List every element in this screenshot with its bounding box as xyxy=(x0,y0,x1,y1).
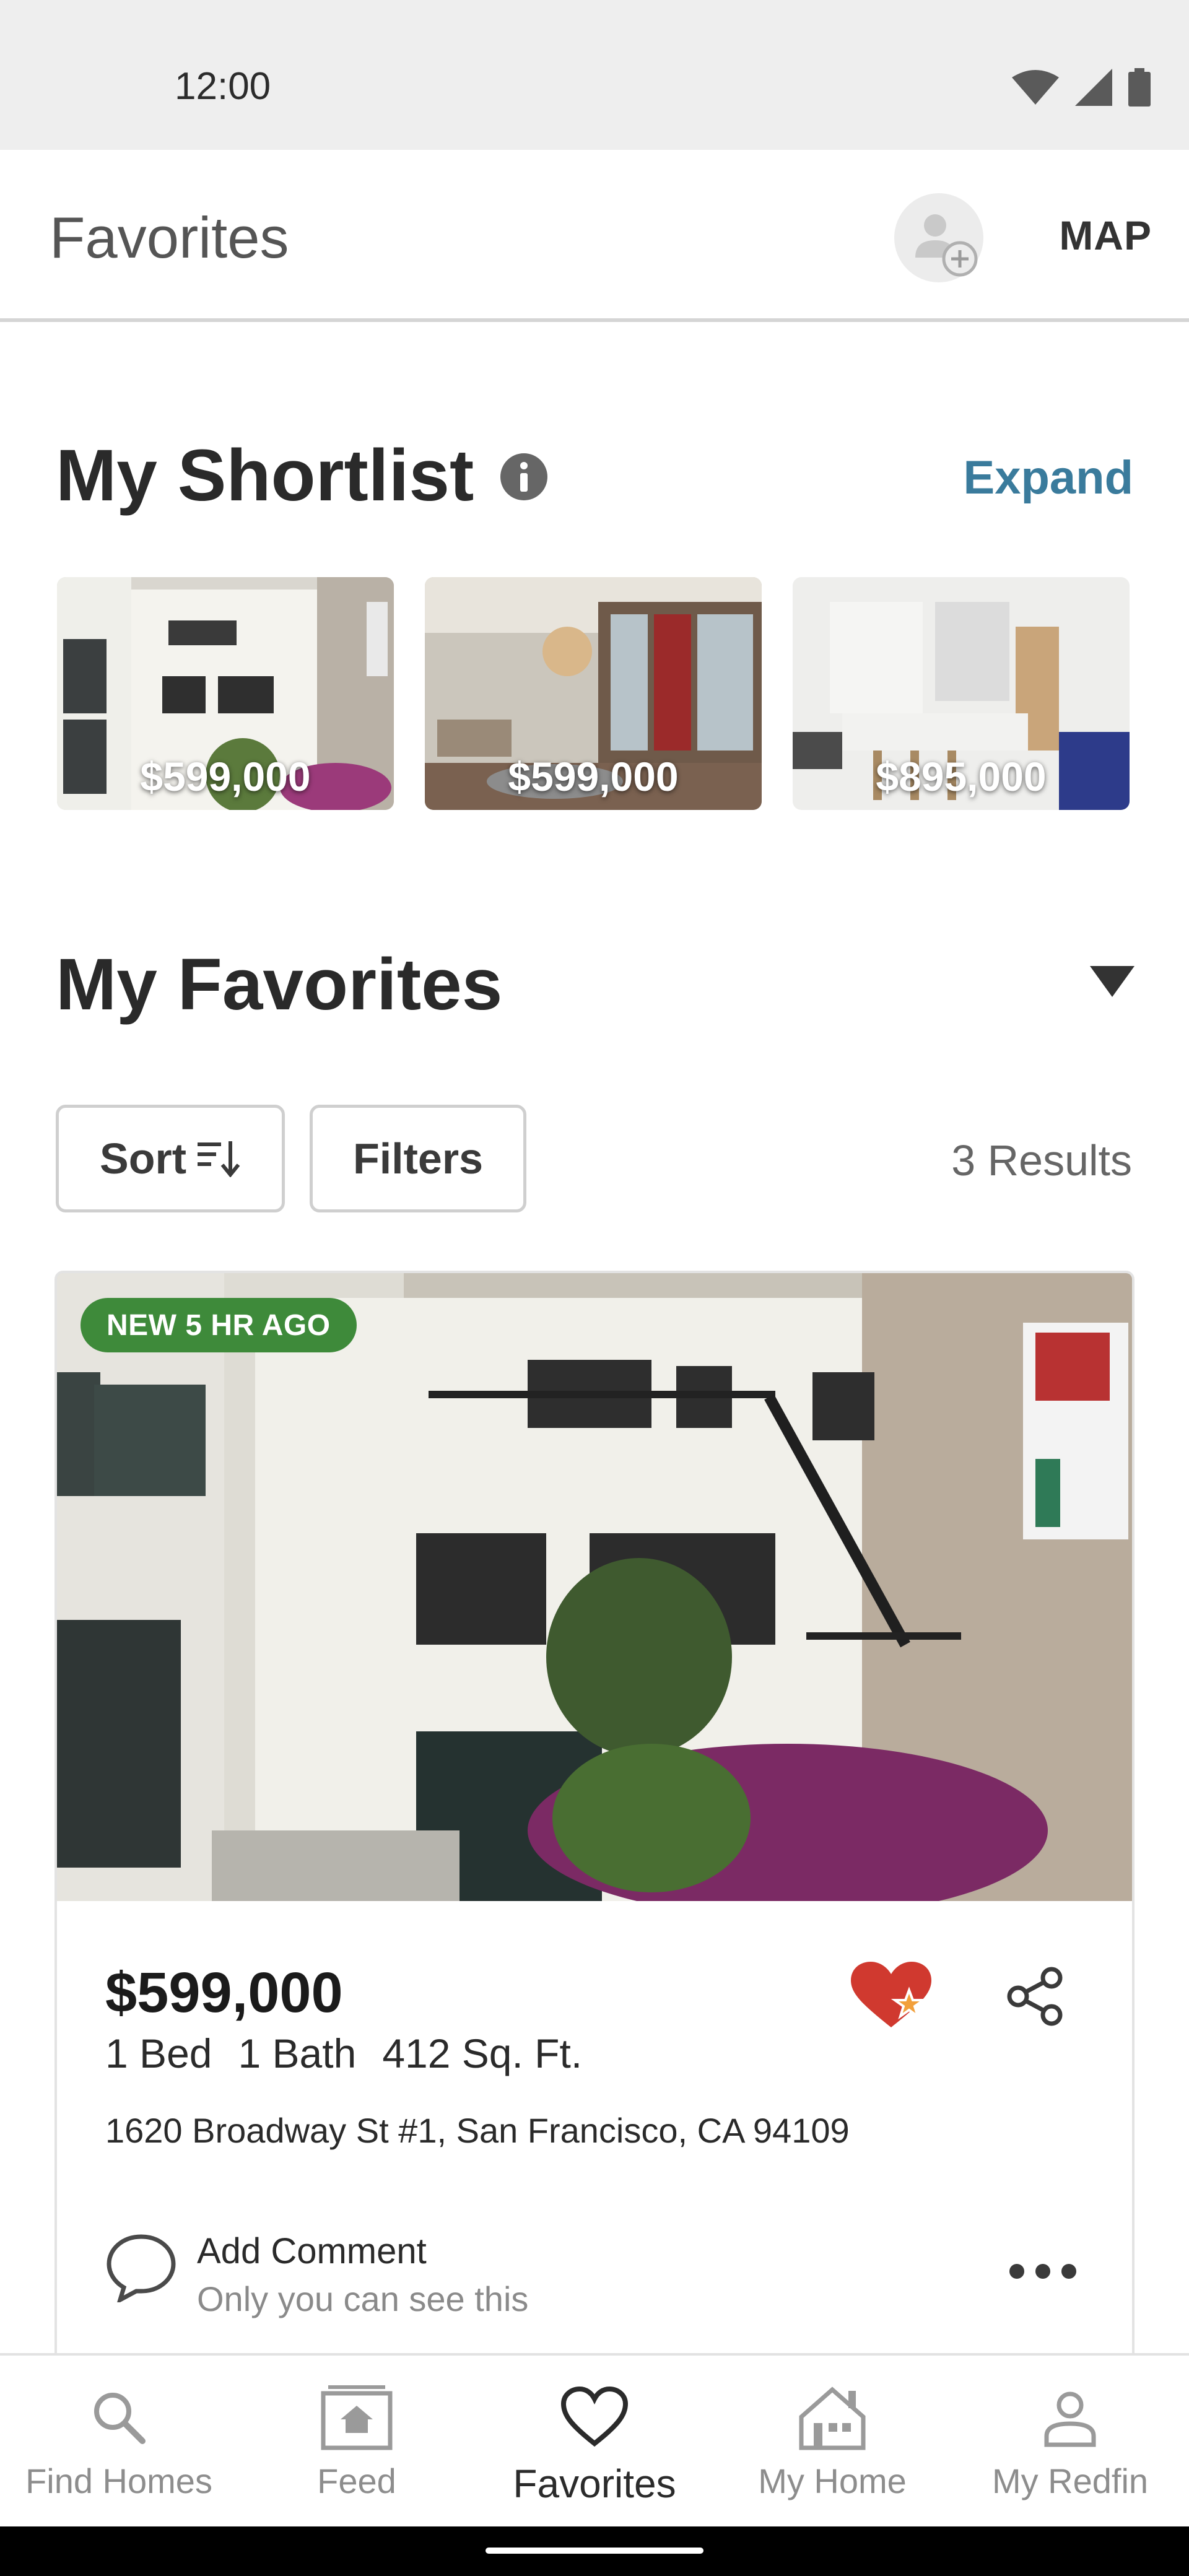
add-comment-label[interactable]: Add Comment xyxy=(197,2230,427,2272)
listing-price: $599,000 xyxy=(105,1961,343,2024)
shortlist-price: $599,000 xyxy=(140,754,311,799)
nav-feed[interactable]: Feed xyxy=(238,2356,476,2526)
person-add-icon xyxy=(915,214,978,277)
favorite-heart-icon[interactable] xyxy=(851,1962,931,2030)
listing-beds: 1 Bed xyxy=(105,2030,212,2076)
nav-label: Feed xyxy=(317,2461,396,2500)
favorites-title: My Favorites xyxy=(56,944,503,1025)
listing-specs: 1 Bed 1 Bath 412 Sq. Ft. xyxy=(105,2030,582,2077)
feed-icon xyxy=(320,2380,394,2455)
status-time: 12:00 xyxy=(175,65,271,108)
search-icon xyxy=(82,2380,156,2455)
nav-my-home[interactable]: My Home xyxy=(713,2356,951,2526)
comment-icon[interactable] xyxy=(105,2230,177,2302)
collapse-arrow-icon[interactable] xyxy=(1090,966,1135,997)
heart-icon xyxy=(557,2380,632,2455)
person-icon xyxy=(1033,2380,1107,2455)
sort-button[interactable]: Sort xyxy=(56,1105,285,1212)
shortlist-row: $599,000 $599,000 $895,000 xyxy=(57,577,1130,810)
sort-label: Sort xyxy=(100,1134,186,1183)
nav-label: My Redfin xyxy=(991,2461,1149,2500)
shortlist-card[interactable]: $895,000 xyxy=(793,577,1130,810)
bottom-nav: Find Homes Feed Favorites My Home My Red… xyxy=(0,2353,1189,2526)
gesture-bar xyxy=(0,2526,1189,2576)
house-icon xyxy=(795,2380,869,2455)
shortlist-card[interactable]: $599,000 xyxy=(425,577,762,810)
home-gesture-handle[interactable] xyxy=(486,2548,703,2554)
listing-baths: 1 Bath xyxy=(238,2030,357,2076)
expand-shortlist-link[interactable]: Expand xyxy=(964,451,1134,505)
nav-find-homes[interactable]: Find Homes xyxy=(0,2356,238,2526)
add-coshopper-button[interactable] xyxy=(894,193,983,282)
shortlist-card[interactable]: $599,000 xyxy=(57,577,394,810)
nav-label: My Home xyxy=(758,2461,907,2500)
sort-icon xyxy=(198,1141,240,1177)
listing-card[interactable]: NEW 5 HR AGO $599,000 1 Bed 1 Bath 412 S… xyxy=(54,1271,1135,2385)
shortlist-title: My Shortlist xyxy=(56,435,474,516)
more-options-icon[interactable] xyxy=(1006,2259,1080,2284)
comment-privacy-note: Only you can see this xyxy=(197,2279,529,2318)
nav-label: Favorites xyxy=(513,2461,676,2506)
map-button[interactable]: MAP xyxy=(1059,212,1152,259)
wifi-icon xyxy=(1012,70,1059,105)
results-count: 3 Results xyxy=(951,1136,1132,1185)
page-title: Favorites xyxy=(50,205,289,270)
cell-signal-icon xyxy=(1075,69,1112,106)
listing-photo xyxy=(57,1273,1132,1901)
app-bar: Favorites MAP xyxy=(0,150,1189,322)
nav-favorites[interactable]: Favorites xyxy=(476,2356,713,2526)
nav-label: Find Homes xyxy=(25,2461,212,2500)
listing-sqft: 412 Sq. Ft. xyxy=(382,2030,583,2076)
status-icons xyxy=(1012,68,1151,107)
info-icon[interactable] xyxy=(499,452,549,502)
shortlist-price: $599,000 xyxy=(508,754,679,799)
share-icon[interactable] xyxy=(1006,1967,1065,2026)
battery-icon xyxy=(1128,68,1151,107)
new-listing-badge: NEW 5 HR AGO xyxy=(81,1298,357,1352)
filters-button[interactable]: Filters xyxy=(310,1105,526,1212)
shortlist-price: $895,000 xyxy=(876,754,1047,799)
nav-my-redfin[interactable]: My Redfin xyxy=(951,2356,1189,2526)
listing-address: 1620 Broadway St #1, San Francisco, CA 9… xyxy=(105,2111,850,2150)
status-bar: 12:00 xyxy=(0,0,1189,150)
